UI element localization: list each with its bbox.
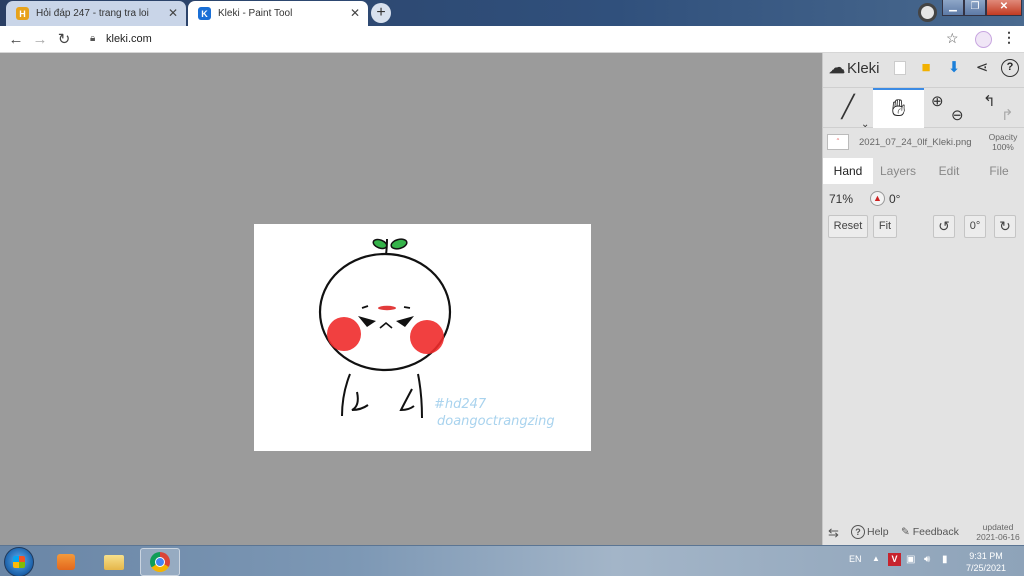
zoom-out-icon[interactable]: ⊖	[951, 106, 964, 124]
tab-hand[interactable]: Hand	[823, 158, 873, 184]
open-folder-icon[interactable]: ■	[917, 59, 935, 77]
help-icon[interactable]: ?	[1001, 59, 1019, 77]
kleki-favicon-icon: K	[198, 7, 211, 20]
kleki-logo-icon: ☁	[829, 60, 845, 77]
clock-time: 9:31 PM	[969, 551, 1003, 561]
download-icon[interactable]: ⬇	[945, 59, 963, 77]
close-tab-icon[interactable]: ✕	[168, 6, 178, 20]
file-explorer-icon[interactable]	[94, 548, 134, 576]
signal-icon[interactable]: ▮	[942, 554, 948, 565]
antivirus-icon[interactable]: V	[888, 553, 901, 566]
windows-logo-icon	[13, 556, 25, 568]
zoom-in-icon[interactable]: ⊕	[931, 92, 944, 110]
rotation-angle: 0°	[889, 192, 901, 206]
close-window-button[interactable]: ✕	[986, 0, 1022, 16]
tab-hoidap247[interactable]: H Hỏi đáp 247 - trang tra loi ✕	[6, 1, 186, 26]
opacity-readout: Opacity 100%	[983, 132, 1023, 152]
tab-edit[interactable]: Edit	[924, 158, 974, 184]
rotate-right-icon[interactable]: ↻	[994, 215, 1016, 238]
help-link[interactable]: ? Help	[851, 525, 889, 539]
file-info-row: ᵔ 2021_07_24_0lf_Kleki.png Opacity 100%	[823, 129, 1024, 157]
hoidap-favicon-icon: H	[16, 7, 29, 20]
tab-layers[interactable]: Layers	[873, 158, 923, 184]
tray-expand-icon[interactable]: ▲	[872, 554, 880, 563]
feedback-label: Feedback	[912, 526, 959, 538]
panel-tabs: Hand Layers Edit File	[823, 158, 1024, 184]
tab-file[interactable]: File	[974, 158, 1024, 184]
profile-icon[interactable]	[918, 3, 937, 22]
reset-button[interactable]: Reset	[828, 215, 868, 238]
fit-button[interactable]: Fit	[873, 215, 897, 238]
hand-tool-pane: 71% ▲ 0° Reset Fit ↺ 0° ↻	[823, 184, 1024, 254]
browser-toolbar: ← → ↻ 🔒︎ kleki.com ☆ ⋮	[0, 26, 1024, 53]
tab-title: Kleki - Paint Tool	[218, 8, 293, 19]
image-thumbnail[interactable]: ᵔ	[827, 134, 849, 150]
panel-footer: ⇆ ? Help ✎ Feedback updated 2021-06-16	[823, 519, 1024, 545]
share-icon[interactable]: ⋖	[973, 59, 991, 77]
media-player-icon[interactable]	[46, 548, 86, 576]
watermark-line1: #hd247	[434, 397, 487, 412]
help-label: Help	[867, 526, 889, 538]
updated-info: updated 2021-06-16	[973, 522, 1023, 542]
rotate-left-icon[interactable]: ↺	[933, 215, 955, 238]
chrome-icon[interactable]	[140, 548, 180, 576]
kleki-side-panel: ☁ Kleki ■ ⬇ ⋖ ? ╱ ⌄ ✋︎ ⊕ ⊖ ↰ ↱ ᵔ 2021_07_…	[822, 53, 1024, 545]
redo-icon[interactable]: ↱	[1001, 106, 1014, 124]
feedback-link[interactable]: ✎ Feedback	[901, 526, 959, 538]
tool-bar: ╱ ⌄ ✋︎ ⊕ ⊖ ↰ ↱	[823, 87, 1024, 130]
zoom-level: 71%	[829, 192, 854, 206]
clock-date: 7/25/2021	[965, 563, 1007, 573]
windows-taskbar: EN ▲ V ▣ 🔊︎ ▮ 9:31 PM 7/25/2021	[0, 545, 1024, 576]
language-indicator[interactable]: EN	[849, 554, 862, 564]
tab-kleki[interactable]: K Kleki - Paint Tool ✕	[188, 1, 368, 26]
reset-rotation-button[interactable]: 0°	[964, 215, 986, 238]
opacity-label: Opacity	[988, 132, 1018, 142]
swap-sides-icon[interactable]: ⇆	[828, 525, 839, 541]
address-bar[interactable]: 🔒︎ kleki.com ☆ ⋮	[82, 29, 1018, 50]
new-tab-button[interactable]: +	[371, 3, 391, 23]
tab-title: Hỏi đáp 247 - trang tra loi	[36, 8, 149, 19]
help-circle-icon: ?	[851, 525, 865, 539]
network-device-icon[interactable]: ▣	[906, 554, 915, 565]
updated-label: updated	[982, 522, 1014, 532]
browser-menu-icon[interactable]: ⋮	[1002, 29, 1016, 46]
watermark-line2: doangoctrangzing	[437, 414, 555, 429]
back-arrow-icon[interactable]: ←	[6, 30, 26, 50]
new-image-icon[interactable]	[891, 59, 909, 77]
close-tab-icon[interactable]: ✕	[350, 6, 360, 20]
updated-date: 2021-06-16	[976, 532, 1020, 542]
reload-icon[interactable]: ↻	[54, 30, 74, 50]
brand-name: Kleki	[847, 59, 880, 77]
undo-icon[interactable]: ↰	[983, 92, 996, 110]
start-button[interactable]	[4, 547, 34, 576]
canvas-workspace[interactable]: #hd247 doangoctrangzing	[0, 53, 822, 545]
extension-icon[interactable]	[975, 31, 992, 48]
file-name: 2021_07_24_0lf_Kleki.png	[859, 137, 972, 148]
forward-arrow-icon[interactable]: →	[30, 30, 50, 50]
drawing-canvas[interactable]: #hd247 doangoctrangzing	[254, 224, 591, 451]
bookmark-star-icon[interactable]: ☆	[946, 30, 959, 47]
system-clock[interactable]: 9:31 PM 7/25/2021	[958, 550, 1014, 574]
maximize-window-button[interactable]: ❐	[964, 0, 986, 16]
kleki-logo: ☁ Kleki	[829, 58, 880, 78]
brush-tool-icon[interactable]: ╱ ⌄	[823, 88, 873, 130]
browser-tabstrip: H Hỏi đáp 247 - trang tra loi ✕ K Kleki …	[0, 0, 1024, 26]
minimize-window-button[interactable]: ▁	[942, 0, 964, 16]
url-text: kleki.com	[106, 33, 152, 45]
hand-tool-icon[interactable]: ✋︎	[873, 88, 924, 128]
volume-icon[interactable]: 🔊︎	[924, 554, 930, 565]
compass-icon: ▲	[870, 191, 885, 206]
opacity-value: 100%	[992, 142, 1014, 152]
lock-icon: 🔒︎	[90, 33, 96, 44]
